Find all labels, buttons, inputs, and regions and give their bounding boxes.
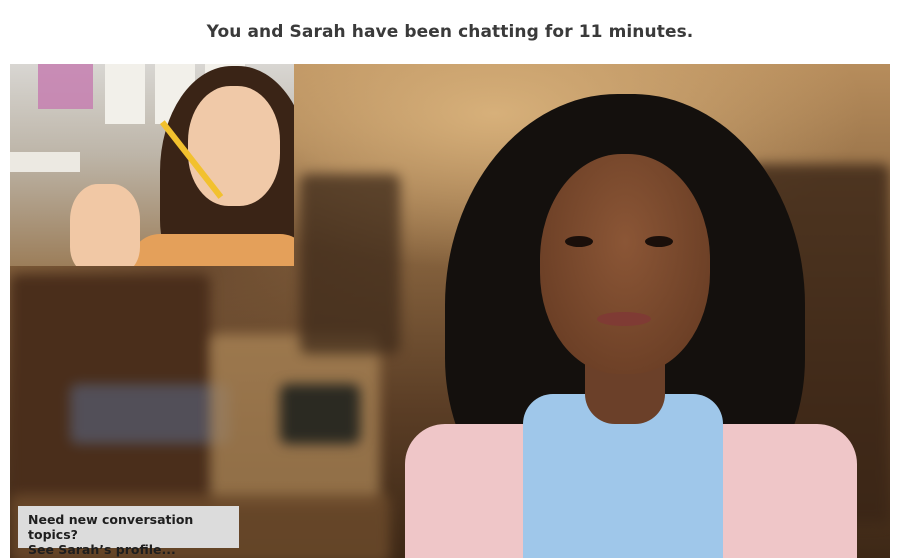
video-chat-page: You and Sarah have been chatting for 11 … (0, 0, 900, 558)
classroom-poster (38, 64, 93, 109)
conversation-topics-prompt[interactable]: Need new conversation topics? See Sarah’… (18, 506, 239, 557)
participant-right-eye (645, 236, 673, 247)
topics-prompt-line1: Need new conversation topics? (28, 512, 194, 542)
participant-mouth (597, 312, 651, 326)
background-shelf (300, 174, 400, 354)
background-books (70, 384, 230, 444)
self-hand (70, 184, 140, 266)
participant-face (540, 154, 710, 374)
self-face (188, 86, 280, 206)
profile-link[interactable]: See Sarah’s profile... (28, 542, 229, 557)
participant-left-eye (565, 236, 593, 247)
remote-participant (405, 94, 865, 558)
self-shirt (130, 234, 294, 266)
classroom-desk (10, 152, 80, 172)
classroom-window (105, 64, 145, 124)
background-sign (280, 384, 360, 444)
chat-duration-status: You and Sarah have been chatting for 11 … (206, 22, 694, 42)
self-view-video[interactable] (10, 64, 294, 266)
